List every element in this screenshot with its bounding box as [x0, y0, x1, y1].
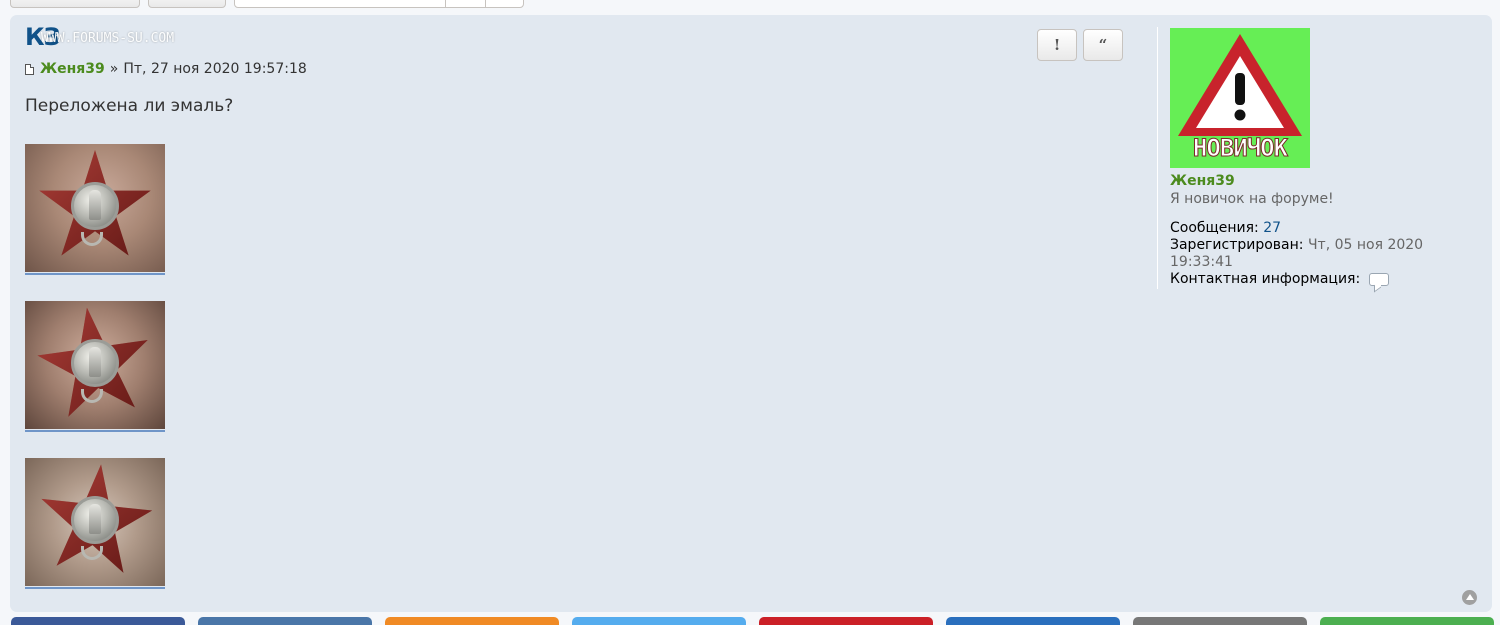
attachment-photo — [25, 144, 165, 272]
author-link[interactable]: Женя39 — [40, 61, 105, 77]
registered-time: 19:33:41 — [1170, 254, 1233, 270]
share-button-mail[interactable] — [946, 617, 1120, 625]
watermark: WWW.FORUMS-SU.COM — [41, 31, 175, 46]
share-button-vk[interactable] — [198, 617, 372, 625]
attachment-photo — [25, 301, 165, 429]
quote-icon: “ — [1098, 36, 1108, 54]
back-to-top-icon[interactable] — [1462, 590, 1477, 605]
post-icon[interactable] — [25, 63, 34, 75]
search-divider — [445, 0, 446, 7]
profile-rank: Я новичок на форуме! — [1170, 191, 1334, 207]
contact-label: Контактная информация: — [1170, 271, 1361, 287]
share-buttons — [0, 617, 1500, 625]
contact-icon[interactable] — [1368, 272, 1389, 286]
report-icon: ! — [1053, 36, 1061, 54]
post-date: Пт, 27 ноя 2020 19:57:18 — [123, 61, 307, 77]
author-separator: » — [109, 61, 119, 77]
post-profile: НОВИЧОК Женя39 Я новичок на форуме! Сооб… — [1157, 27, 1490, 289]
toolbar-button-group[interactable] — [148, 0, 226, 8]
search-divider — [485, 0, 486, 7]
share-button-more[interactable] — [1133, 617, 1307, 625]
search-input[interactable] — [234, 0, 524, 8]
avatar[interactable]: НОВИЧОК — [1170, 28, 1310, 168]
messages-count-link[interactable]: 27 — [1263, 220, 1281, 236]
profile-registered: Зарегистрирован: Чт, 05 ноя 2020 19:33:4… — [1170, 237, 1470, 271]
post-content: Переложена ли эмаль? — [25, 96, 234, 116]
profile-username[interactable]: Женя39 — [1170, 173, 1235, 189]
messages-label: Сообщения: — [1170, 220, 1259, 236]
share-button-pinterest[interactable] — [759, 617, 933, 625]
share-button-twitter[interactable] — [572, 617, 746, 625]
registered-label: Зарегистрирован: — [1170, 237, 1304, 253]
registered-date: Чт, 05 ноя 2020 — [1307, 237, 1424, 253]
share-button-facebook[interactable] — [11, 617, 185, 625]
toolbar-button[interactable] — [10, 0, 140, 8]
post-author-line: Женя39 » Пт, 27 ноя 2020 19:57:18 — [25, 61, 307, 77]
post-panel: КЗ WWW.FORUMS-SU.COM ! “ Женя39 » Пт, 27… — [10, 15, 1492, 612]
quote-button[interactable]: “ — [1083, 29, 1123, 61]
report-button[interactable]: ! — [1037, 29, 1077, 61]
attachment-photo — [25, 458, 165, 586]
avatar-label: НОВИЧОК — [1192, 134, 1288, 163]
attachment-image-1[interactable] — [25, 144, 165, 275]
share-button-whatsapp[interactable] — [1320, 617, 1494, 625]
attachment-image-2[interactable] — [25, 301, 165, 432]
profile-contact: Контактная информация: — [1170, 271, 1389, 288]
attachment-image-3[interactable] — [25, 458, 165, 589]
profile-messages: Сообщения: 27 — [1170, 220, 1281, 237]
share-button-ok[interactable] — [385, 617, 559, 625]
top-toolbar — [0, 0, 1500, 10]
